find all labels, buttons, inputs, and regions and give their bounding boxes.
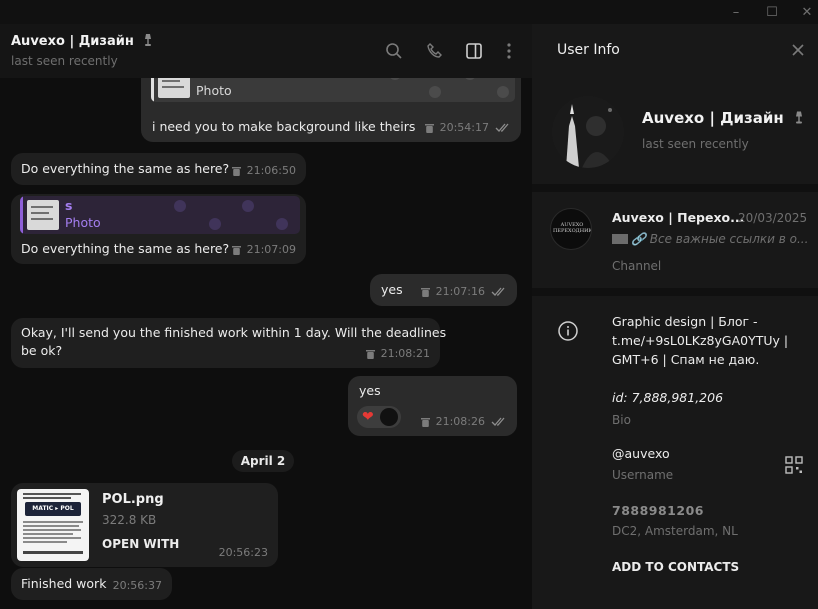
message-meta: 21:08:21 [365, 345, 430, 363]
chat-area: Auvexo | Дизайн last seen recently s Pho… [0, 24, 532, 609]
lamp-emoji-icon [795, 111, 802, 124]
avatar-artwork [552, 96, 624, 168]
read-checkmarks-icon [495, 123, 509, 132]
more-menu-button[interactable] [498, 40, 520, 62]
heart-reaction-icon: ❤ [362, 409, 374, 425]
minimize-button[interactable]: – [728, 4, 744, 20]
pattern-decoration [174, 200, 288, 230]
close-icon [792, 44, 804, 56]
channel-type: Channel [612, 259, 662, 273]
sidebar-icon [466, 43, 482, 59]
message-meta: 21:08:26 [420, 413, 507, 431]
trash-icon [424, 124, 434, 133]
close-window-button[interactable]: ✕ [799, 4, 815, 20]
phone-number: 7888981206 [612, 503, 704, 518]
qr-code-button[interactable] [785, 456, 803, 474]
add-to-contacts-button[interactable]: ADD TO CONTACTS [612, 560, 739, 574]
message-outgoing[interactable]: yes ❤ 21:08:26 [348, 376, 517, 436]
username[interactable]: @auvexo [612, 446, 670, 461]
reply-thumbnail [27, 200, 59, 230]
toggle-sidebar-button[interactable] [463, 40, 485, 62]
qr-code-icon [785, 456, 803, 474]
message-outgoing[interactable]: yes 21:07:16 [370, 274, 517, 306]
bio-line: GMT+6 | Спам не даю. [612, 352, 760, 367]
trash-icon [231, 167, 241, 176]
reply-preview[interactable]: s Photo [20, 196, 300, 234]
trash-icon [420, 288, 430, 297]
trash-icon [231, 246, 241, 255]
message-meta: 21:06:50 [231, 162, 296, 180]
profile-status: last seen recently [642, 137, 749, 151]
close-panel-button[interactable] [790, 42, 808, 60]
bio-line: Graphic design | Блог - [612, 314, 758, 329]
chat-status: last seen recently [11, 54, 118, 68]
search-icon [386, 43, 402, 59]
phone-icon [427, 43, 442, 58]
open-with-button[interactable]: OPEN WITH [102, 535, 179, 553]
channel-date: 20/03/2025 [738, 211, 808, 225]
panel-title: User Info [557, 42, 620, 58]
trash-icon [420, 418, 430, 427]
channel-name: Auvexo | Перехо... [612, 210, 745, 225]
profile-avatar[interactable] [552, 96, 624, 168]
message-meta: 21:07:09 [231, 241, 296, 259]
reaction-badge[interactable]: ❤ [357, 406, 401, 428]
message-incoming[interactable]: s Photo Do everything the same as here? … [11, 194, 306, 264]
maximize-button[interactable]: ☐ [764, 4, 780, 20]
search-button[interactable] [383, 40, 405, 62]
window-titlebar: – ☐ ✕ [0, 0, 818, 24]
read-checkmarks-icon [491, 417, 505, 426]
profile-name[interactable]: Auvexo | Дизайн [642, 109, 805, 127]
message-meta: 20:56:23 [218, 546, 268, 559]
message-meta: 20:56:37 [112, 579, 162, 592]
call-button[interactable] [424, 40, 446, 62]
personal-channel-card[interactable]: AUVEXO ПЕРЕХОДНИК Auvexo | Перехо... 20/… [532, 192, 818, 288]
channel-post-thumbnail [612, 234, 628, 244]
maximize-icon: ☐ [766, 4, 778, 20]
panel-header: User Info [532, 24, 818, 78]
message-incoming[interactable]: Finished work 20:56:37 [11, 568, 172, 600]
chat-header: Auvexo | Дизайн last seen recently [0, 24, 532, 78]
lamp-emoji-icon [145, 34, 152, 46]
channel-avatar: AUVEXO ПЕРЕХОДНИК [550, 208, 592, 250]
message-meta: 21:07:16 [420, 283, 507, 301]
file-size: 322.8 KB [102, 513, 157, 527]
info-icon [557, 320, 579, 342]
message-incoming[interactable]: Okay, I'll send you the finished work wi… [11, 318, 446, 368]
chat-title[interactable]: Auvexo | Дизайн [11, 33, 154, 49]
more-vertical-icon [507, 43, 511, 59]
bio-label: Bio [612, 413, 631, 427]
minimize-icon: – [732, 4, 740, 20]
channel-preview: 🔗 Все важные ссылки в о... [631, 232, 809, 246]
bio-link[interactable]: t.me/+9sL0LKz8yGA0YTUy | [612, 333, 788, 348]
reactor-avatar [380, 408, 398, 426]
user-info-panel: User Info Auvexo | Дизайн last seen rece… [532, 24, 818, 609]
message-meta: 20:54:17 [424, 119, 511, 137]
file-thumbnail[interactable]: MATIC ▸ POL [17, 489, 89, 561]
message-incoming[interactable]: Do everything the same as here? 21:06:50 [11, 153, 306, 185]
trash-icon [365, 350, 375, 359]
user-id[interactable]: id: 7,888,981,206 [612, 390, 723, 405]
date-separator: April 2 [232, 450, 294, 472]
username-label: Username [612, 468, 674, 482]
file-name[interactable]: POL.png [102, 491, 164, 509]
message-file[interactable]: MATIC ▸ POL POL.png 322.8 KB OPEN WITH 2… [11, 483, 278, 567]
location: DC2, Amsterdam, NL [612, 524, 738, 538]
read-checkmarks-icon [491, 287, 505, 296]
close-icon: ✕ [801, 4, 813, 20]
